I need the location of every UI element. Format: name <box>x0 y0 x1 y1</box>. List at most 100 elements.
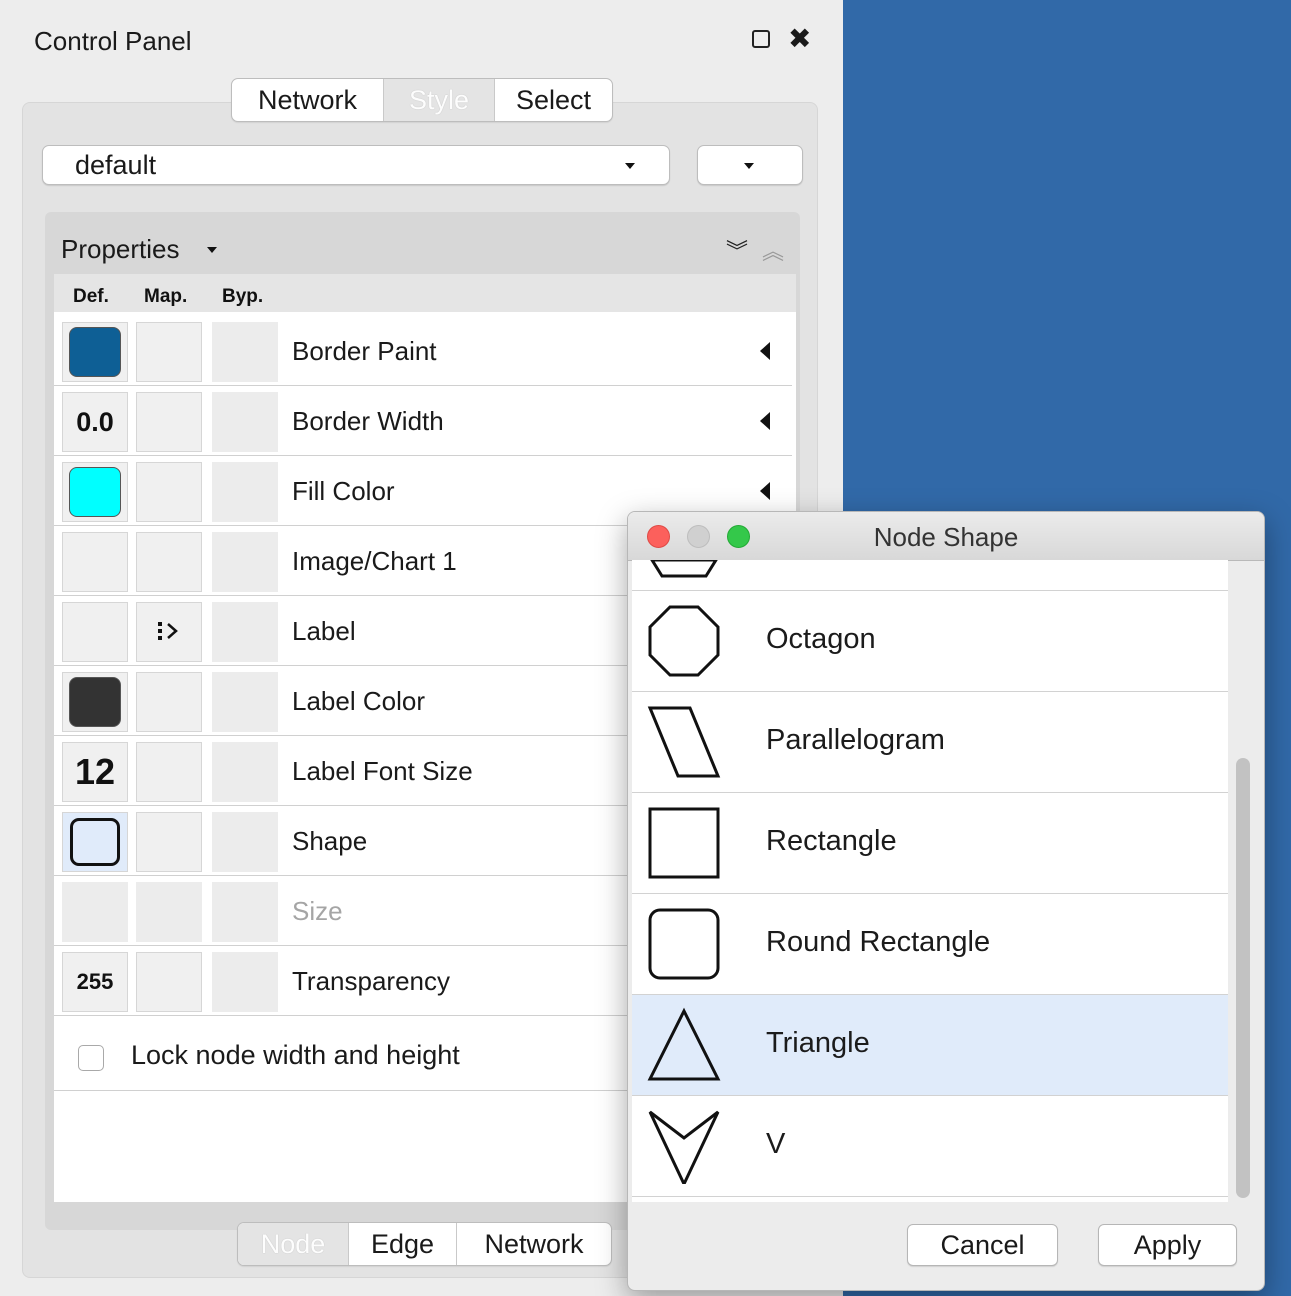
shape-option-rectangle[interactable]: Rectangle <box>632 793 1228 894</box>
default-value: 12 <box>74 751 116 792</box>
mapping-cell[interactable] <box>136 812 202 872</box>
style-dropdown[interactable]: default <box>42 145 670 185</box>
mapping-cell[interactable] <box>136 462 202 522</box>
node-shape-dialog: Node Shape Octagon Parallelogram Rectang… <box>627 511 1265 1291</box>
triangle-icon <box>647 1007 721 1081</box>
default-cell[interactable]: 12 <box>62 742 128 802</box>
shape-label: V <box>766 1128 786 1160</box>
expand-arrow-icon[interactable] <box>760 342 770 360</box>
bypass-cell[interactable] <box>212 812 278 872</box>
mapping-cell[interactable] <box>136 742 202 802</box>
shape-option-round-rectangle[interactable]: Round Rectangle <box>632 894 1228 995</box>
style-options-button[interactable] <box>697 145 803 185</box>
default-value: 255 <box>76 969 114 994</box>
shape-option-v[interactable]: V <box>632 1096 1228 1197</box>
color-swatch <box>69 677 121 727</box>
shape-label: Triangle <box>766 1027 870 1059</box>
default-cell[interactable] <box>62 812 128 872</box>
column-header-byp: Byp. <box>222 286 264 307</box>
shape-option[interactable] <box>632 560 1228 591</box>
default-value: 0.0 <box>76 406 114 437</box>
lock-node-size-checkbox[interactable] <box>78 1045 104 1071</box>
rectangle-icon <box>648 807 720 879</box>
v-icon <box>648 1110 720 1184</box>
octagon-icon <box>648 605 720 677</box>
control-panel-tabs: Network Style Select <box>231 78 613 122</box>
property-label: Border Paint <box>292 336 437 366</box>
mapping-cell[interactable] <box>136 952 202 1012</box>
color-swatch <box>69 467 121 517</box>
color-swatch <box>69 327 121 377</box>
hexagon-partial-icon <box>650 560 718 578</box>
expand-arrow-icon[interactable] <box>760 412 770 430</box>
parallelogram-icon <box>647 706 721 778</box>
tab-edge[interactable]: Edge <box>349 1223 457 1265</box>
lock-node-size-label[interactable]: Lock node width and height <box>131 1040 460 1071</box>
mapping-cell[interactable] <box>136 602 202 662</box>
mapping-cell <box>136 882 202 942</box>
passthrough-mapping-icon <box>158 622 178 640</box>
default-cell[interactable] <box>62 532 128 592</box>
default-cell[interactable] <box>62 462 128 522</box>
chevron-down-icon <box>744 163 754 169</box>
shape-label: Rectangle <box>766 825 897 857</box>
shape-option-triangle[interactable]: Triangle <box>632 995 1228 1096</box>
expand-all-icon[interactable]: ︾ <box>726 234 748 266</box>
dialog-titlebar[interactable]: Node Shape <box>628 512 1264 561</box>
default-cell <box>62 882 128 942</box>
tab-node[interactable]: Node <box>238 1223 349 1265</box>
tab-network[interactable]: Network <box>232 79 384 121</box>
shape-list: Octagon Parallelogram Rectangle Round Re… <box>632 560 1228 1202</box>
chevron-down-icon[interactable] <box>207 247 217 253</box>
default-cell[interactable] <box>62 322 128 382</box>
bypass-cell[interactable] <box>212 462 278 522</box>
scrollbar[interactable] <box>1236 758 1250 1198</box>
property-label: Transparency <box>292 966 450 996</box>
bypass-cell[interactable] <box>212 322 278 382</box>
control-panel-title: Control Panel <box>34 26 192 56</box>
default-cell[interactable] <box>62 672 128 732</box>
property-row-border-width[interactable]: 0.0 Border Width <box>54 386 792 456</box>
shape-label: Round Rectangle <box>766 926 991 958</box>
mapping-cell[interactable] <box>136 322 202 382</box>
style-dropdown-value: default <box>75 150 157 180</box>
chevron-down-icon <box>625 163 635 169</box>
apply-button[interactable]: Apply <box>1098 1224 1237 1266</box>
property-label: Shape <box>292 826 368 856</box>
bypass-cell[interactable] <box>212 952 278 1012</box>
mapping-cell[interactable] <box>136 532 202 592</box>
bypass-cell[interactable] <box>212 392 278 452</box>
expand-arrow-icon[interactable] <box>760 482 770 500</box>
default-cell[interactable]: 255 <box>62 952 128 1012</box>
property-label: Image/Chart 1 <box>292 546 457 576</box>
bypass-cell <box>212 882 278 942</box>
property-label: Border Width <box>292 406 444 436</box>
shape-label: Octagon <box>766 623 876 655</box>
shape-option-octagon[interactable]: Octagon <box>632 591 1228 692</box>
float-window-icon[interactable] <box>752 30 770 48</box>
property-label: Label Color <box>292 686 425 716</box>
bypass-cell[interactable] <box>212 532 278 592</box>
bypass-cell[interactable] <box>212 742 278 802</box>
collapse-all-icon[interactable]: ︽ <box>762 234 784 266</box>
shape-option-parallelogram[interactable]: Parallelogram <box>632 692 1228 793</box>
dialog-title: Node Shape <box>873 522 1019 552</box>
property-label: Label <box>292 616 356 646</box>
close-icon[interactable]: ✖ <box>788 22 811 55</box>
shape-label: Parallelogram <box>766 724 945 756</box>
round-rectangle-icon <box>648 908 720 980</box>
default-cell[interactable] <box>62 602 128 662</box>
cancel-button[interactable]: Cancel <box>907 1224 1058 1266</box>
default-cell[interactable]: 0.0 <box>62 392 128 452</box>
properties-title[interactable]: Properties <box>61 234 180 265</box>
tab-select[interactable]: Select <box>495 79 612 121</box>
column-header-def: Def. <box>73 286 109 307</box>
tab-network-style[interactable]: Network <box>457 1223 611 1265</box>
mapping-cell[interactable] <box>136 392 202 452</box>
mapping-cell[interactable] <box>136 672 202 732</box>
round-rectangle-icon <box>70 818 120 866</box>
bypass-cell[interactable] <box>212 672 278 732</box>
tab-style[interactable]: Style <box>384 79 495 121</box>
property-row-border-paint[interactable]: Border Paint <box>54 316 792 386</box>
bypass-cell[interactable] <box>212 602 278 662</box>
